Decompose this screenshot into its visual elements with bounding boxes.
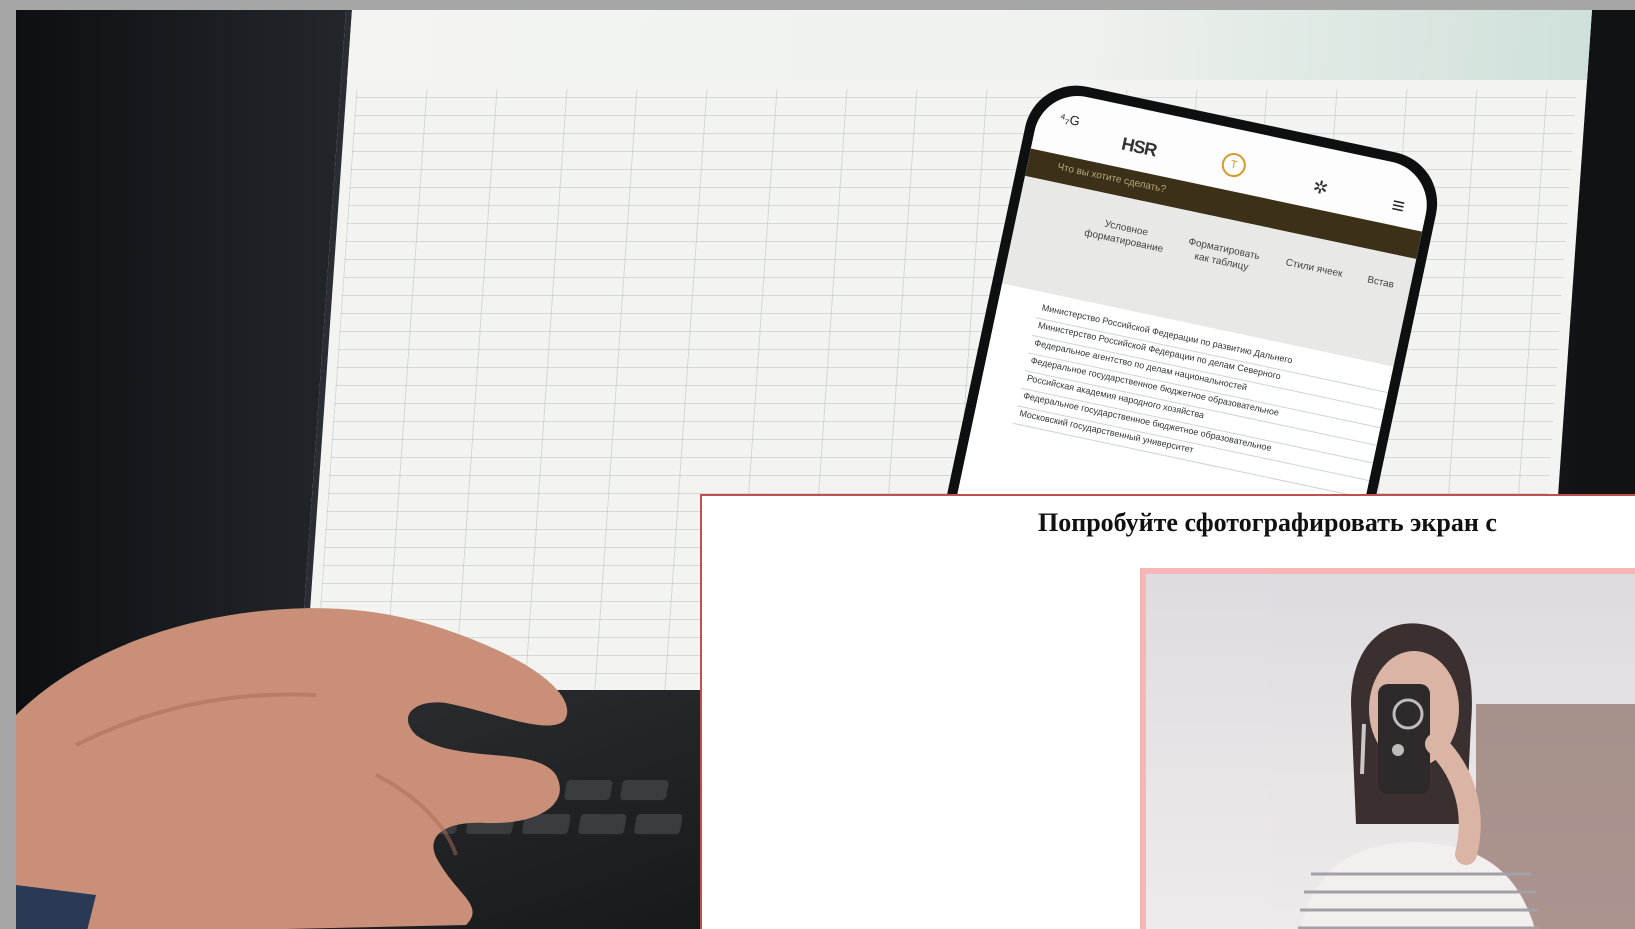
- bell-icon: ✲: [1311, 176, 1331, 199]
- app-logo: HSR: [1119, 133, 1159, 161]
- hand-skin: [16, 608, 568, 929]
- keyboard-key: [633, 814, 684, 836]
- hamburger-menu-icon: ≡: [1389, 192, 1408, 220]
- hand: [16, 608, 568, 929]
- insert-button: Встав: [1366, 274, 1395, 291]
- overlay-panel: Попробуйте сфотографировать экран с: [700, 494, 1635, 929]
- conditional-format-button: Условное форматирование: [1083, 218, 1165, 256]
- format-table-button: Форматировать как таблицу: [1187, 236, 1261, 274]
- woman-with-phone-illustration: [1298, 623, 1635, 929]
- signal-icon: ⁴₇G: [1058, 110, 1082, 129]
- timer-icon: T: [1219, 150, 1249, 180]
- screenshot-frame: ⁴₇G HSR T ✲ ≡ Что вы хотите сделать? Усл…: [0, 0, 1635, 929]
- phone-camera-dot: [1392, 744, 1404, 756]
- demo-image-frame: [1140, 568, 1635, 929]
- page-title: Попробуйте сфотографировать экран с: [1038, 508, 1497, 537]
- earring: [1360, 723, 1366, 775]
- spreadsheet-ribbon: [347, 10, 1593, 80]
- demo-photo: [1146, 574, 1635, 929]
